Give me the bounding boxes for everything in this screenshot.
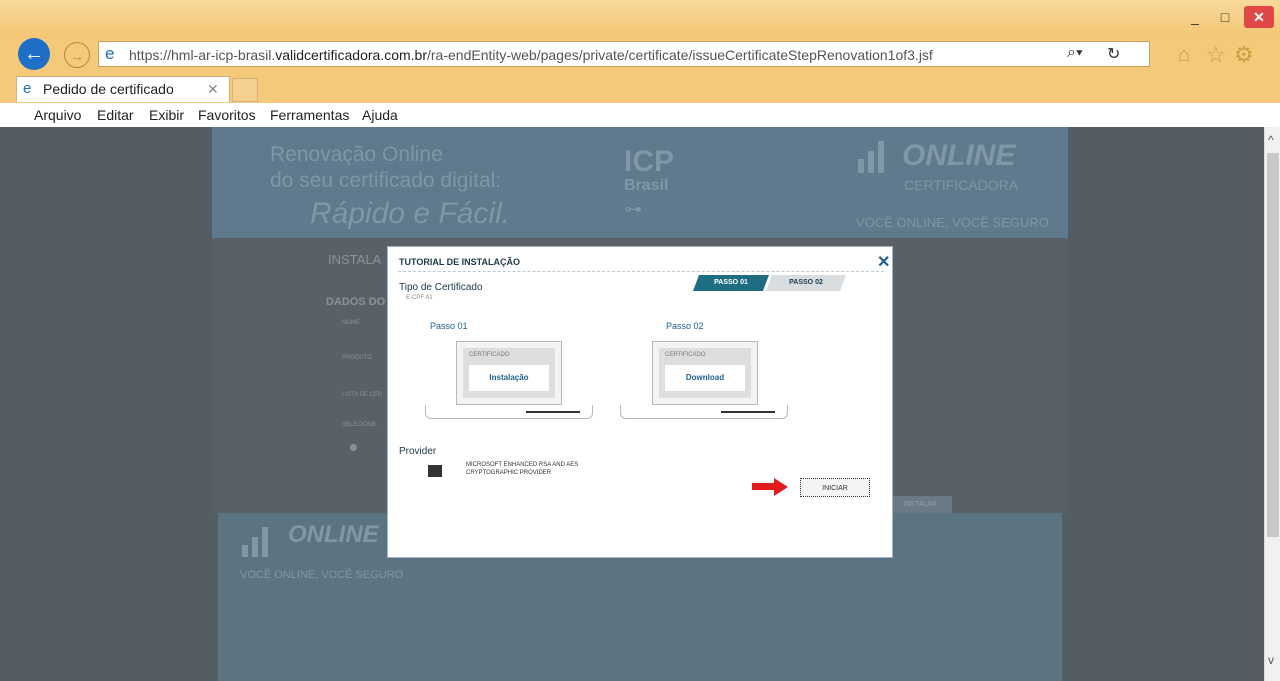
laptop-base	[620, 405, 788, 419]
scroll-thumb[interactable]	[1267, 153, 1279, 537]
label-lista: LISTA DE CER	[342, 392, 383, 398]
signal-bar-icon	[868, 151, 874, 173]
menu-exibir[interactable]: Exibir	[149, 103, 184, 127]
radio-button[interactable]	[350, 444, 357, 451]
section-instala: INSTALA	[328, 252, 382, 267]
url-path: /ra-endEntity-web/pages/private/certific…	[427, 47, 933, 63]
tipo-certificado-label: Tipo de Certificado	[399, 282, 483, 293]
menu-arquivo[interactable]: Arquivo	[34, 103, 81, 127]
label-produto: PRODUTO	[342, 355, 372, 361]
menu-bar: Arquivo Editar Exibir Favoritos Ferramen…	[0, 103, 1280, 128]
forward-button[interactable]: →	[64, 42, 90, 68]
url-domain: validcertificadora.com.br	[275, 47, 427, 63]
provider-name: MICROSOFT ENHANCED RSA AND AES CRYPTOGRA…	[466, 462, 579, 476]
brand-logo: ONLINE	[902, 139, 1016, 172]
laptop-inner: CERTIFICADO Instalação	[463, 348, 555, 398]
brand-sub: CERTIFICADORA	[904, 177, 1019, 193]
vertical-scrollbar[interactable]: ^ v	[1264, 127, 1280, 681]
icp-brasil-text: Brasil	[624, 177, 669, 194]
key-icon: ⊶	[624, 199, 642, 219]
tutorial-modal: TUTORIAL DE INSTALAÇÃO ✕ PASSO 01 PASSO …	[387, 246, 893, 558]
refresh-icon[interactable]: ↻	[1107, 44, 1120, 64]
banner-slogan: VOCÊ ONLINE, VOCÊ SEGURO	[856, 215, 1049, 230]
red-arrow-icon	[752, 483, 776, 490]
section-dados: DADOS DO	[326, 296, 386, 308]
title-bar	[0, 0, 1280, 38]
label-selecione: SELECIONE	[342, 422, 377, 428]
icp-logo-text: ICP	[624, 145, 675, 178]
tab-pedido-de-certificado[interactable]: e Pedido de certificado ✕	[16, 76, 230, 102]
footer-brand-logo: ONLINE	[288, 521, 379, 548]
search-icon[interactable]: ⌕▾	[1067, 44, 1083, 62]
instalacao-button[interactable]: Instalação	[469, 365, 549, 391]
provider-label: Provider	[399, 446, 437, 457]
tipo-certificado-value: E-CPF A1	[406, 295, 433, 301]
tab-passo-01[interactable]: PASSO 01	[693, 275, 769, 291]
signal-bar-icon	[878, 141, 884, 173]
iniciar-button[interactable]: INICIAR	[800, 478, 870, 497]
menu-ajuda[interactable]: Ajuda	[362, 103, 398, 127]
tab-close-icon[interactable]: ✕	[207, 77, 219, 101]
scroll-down-icon[interactable]: v	[1268, 653, 1274, 667]
banner-line2: do seu certificado digital:	[270, 169, 502, 192]
passo2-title: Passo 02	[666, 321, 704, 331]
signal-bar-icon	[252, 537, 258, 557]
red-arrow-head-icon	[774, 478, 788, 496]
label-nome: NOME	[342, 320, 360, 326]
laptop-base	[425, 405, 593, 419]
scroll-up-icon[interactable]: ^	[1268, 133, 1274, 147]
passo1-title: Passo 01	[430, 321, 468, 331]
laptop-bar	[721, 411, 775, 413]
cert-label: CERTIFICADO	[469, 352, 510, 358]
tab-label: Pedido de certificado	[43, 81, 174, 97]
gear-icon[interactable]: ⚙	[1234, 42, 1254, 68]
laptop-screen-passo1: CERTIFICADO Instalação	[456, 341, 562, 405]
home-icon[interactable]: ⌂	[1178, 44, 1190, 67]
url-prefix: https://hml-ar-icp-brasil.	[129, 47, 276, 63]
maximize-button[interactable]: □	[1210, 6, 1240, 28]
page-banner: Renovação Online do seu certificado digi…	[212, 127, 1068, 238]
minimize-button[interactable]: _	[1180, 6, 1210, 28]
menu-editar[interactable]: Editar	[97, 103, 134, 127]
signal-bar-icon	[262, 527, 268, 557]
footer-slogan: VOCÊ ONLINE, VOCÊ SEGURO	[240, 569, 404, 581]
banner-line3: Rápido e Fácil.	[310, 197, 511, 230]
tab-passo-02[interactable]: PASSO 02	[766, 275, 846, 291]
ie-icon: e	[23, 80, 32, 97]
cert-label: CERTIFICADO	[665, 352, 706, 358]
favorites-star-icon[interactable]: ☆	[1206, 42, 1226, 68]
modal-divider	[398, 271, 884, 272]
url-text[interactable]: https://hml-ar-icp-brasil.validcertifica…	[129, 42, 933, 68]
laptop-screen-passo2: CERTIFICADO Download	[652, 341, 758, 405]
laptop-inner: CERTIFICADO Download	[659, 348, 751, 398]
laptop-bar	[526, 411, 580, 413]
banner-line1: Renovação Online	[270, 143, 443, 166]
close-icon[interactable]: ✕	[877, 252, 890, 272]
ie-icon: e	[105, 44, 115, 63]
download-button[interactable]: Download	[665, 365, 745, 391]
signal-bar-icon	[858, 159, 864, 173]
address-bar[interactable]: e https://hml-ar-icp-brasil.validcertifi…	[98, 41, 1150, 67]
signal-bar-icon	[242, 545, 248, 557]
provider-icon	[428, 465, 442, 477]
new-tab-button[interactable]	[232, 78, 258, 102]
menu-favoritos[interactable]: Favoritos	[198, 103, 256, 127]
instalar-button[interactable]: INSTALAR	[888, 496, 952, 514]
menu-ferramentas[interactable]: Ferramentas	[270, 103, 349, 127]
close-window-button[interactable]: ✕	[1244, 6, 1274, 28]
back-button[interactable]: ←	[18, 38, 50, 70]
modal-title: TUTORIAL DE INSTALAÇÃO	[399, 257, 520, 267]
